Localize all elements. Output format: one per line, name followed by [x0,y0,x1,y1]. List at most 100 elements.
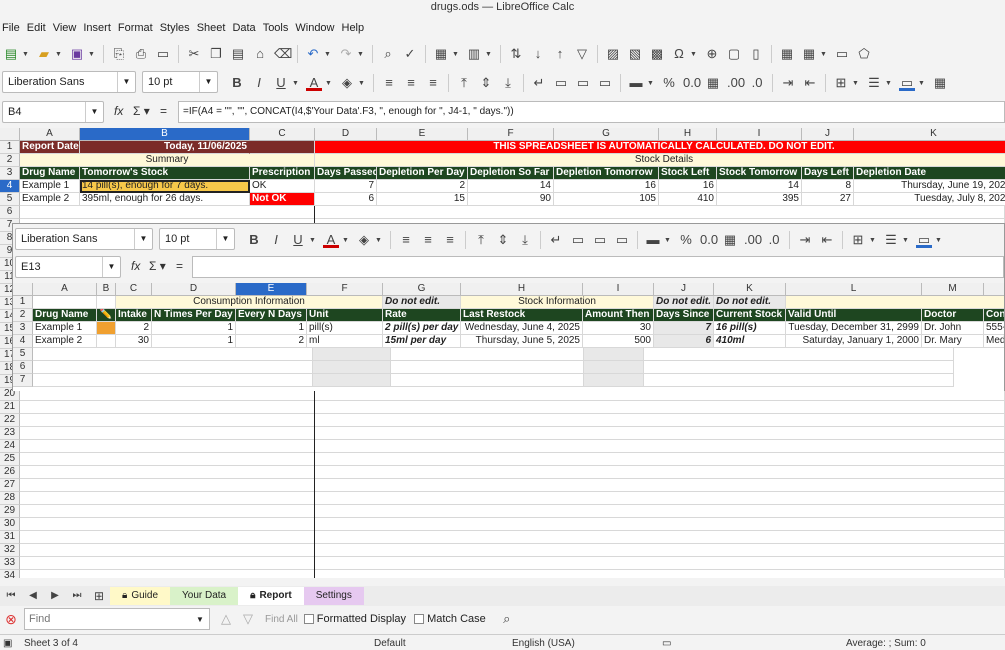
table-cell[interactable]: 555-5 [984,322,1004,335]
row-header[interactable]: 32 [0,544,20,557]
col-header-c[interactable]: C [116,283,152,296]
find-replace-icon[interactable]: ⌕ [499,611,515,627]
formatted-display-checkbox[interactable] [303,614,314,624]
unmerge-cells-icon[interactable]: ▭ [614,232,630,248]
chevron-down-icon[interactable]: ▼ [117,72,135,92]
add-sheet-icon[interactable]: ⊞ [91,588,107,604]
table-header[interactable]: Cont [984,309,1004,322]
spreadsheet-grid[interactable]: A B C D E F G H I J K 1 Report Date Toda… [0,128,1005,578]
page-style[interactable]: Default [374,638,406,649]
cell-stock-info[interactable]: Stock Information [461,296,654,309]
cell-do-not-edit[interactable]: Do not edit. [654,296,714,309]
table-cell[interactable] [391,361,584,374]
find-input[interactable] [25,613,191,625]
table-cell[interactable] [33,361,313,374]
align-bottom-icon[interactable]: ⤓ [517,232,533,248]
increase-indent-icon[interactable]: ⇥ [780,75,796,91]
menu-file[interactable]: File [0,22,25,34]
table-cell[interactable]: 395ml, enough for 26 days. [80,193,250,206]
add-decimal-icon[interactable]: .00 [727,75,745,91]
spelling-icon[interactable]: ✓ [402,46,418,62]
col-header-e[interactable]: E [236,283,307,296]
table-header[interactable]: Amount Then [583,309,654,322]
table-cell[interactable]: 27 [802,193,854,206]
export-pdf-icon[interactable]: ⎘ [111,46,127,62]
chevron-down-icon[interactable]: ▼ [216,229,234,249]
image-icon[interactable]: ▨ [605,46,621,62]
match-case-checkbox[interactable] [414,614,425,624]
row-header[interactable]: 5 [0,193,20,206]
row-header[interactable]: 4 [0,180,20,193]
col-header-j[interactable]: J [802,128,854,141]
hyperlink-icon[interactable]: ⊕ [704,46,720,62]
table-header[interactable]: Tomorrow's Stock [80,167,250,180]
table-cell[interactable] [644,348,954,361]
font-size-box[interactable]: 10 pt ▼ [142,71,218,93]
tab-settings[interactable]: Settings [303,587,364,605]
table-cell[interactable]: 2 [377,180,468,193]
table-cell[interactable]: pill(s) [307,322,383,335]
tab-report[interactable]: 🔒︎ Report [238,587,304,605]
chevron-down-icon[interactable]: ▼ [102,257,120,277]
col-header-f[interactable]: F [307,283,383,296]
table-cell[interactable]: Thursday, June 5, 2025 [461,335,583,348]
row-header[interactable]: 25 [0,453,20,466]
menu-help[interactable]: Help [340,22,370,34]
col-header-b[interactable]: B [97,283,116,296]
selection-mode-icon[interactable]: ▭ [662,638,671,649]
delete-decimal-icon[interactable]: .0 [749,75,765,91]
highlight-color-icon[interactable]: ◈ [356,232,372,248]
border-style-icon[interactable]: ☰ [883,232,899,248]
col-header-d[interactable]: D [315,128,377,141]
delete-decimal-icon[interactable]: .0 [766,232,782,248]
clone-format-icon[interactable]: ⌂ [252,46,268,62]
table-header[interactable]: N Times Per Day [152,309,236,322]
wrap-text-icon[interactable]: ↵ [548,232,564,248]
borders-icon[interactable]: ⊞ [850,232,866,248]
sum-display[interactable]: Average: ; Sum: 0 [846,638,926,649]
copy-icon[interactable]: ❐ [208,46,224,62]
row-header[interactable]: 34 [0,570,20,578]
bold-icon[interactable]: B [246,232,262,248]
table-cell[interactable]: 30 [583,322,654,335]
underline-icon[interactable]: U [273,75,289,91]
table-cell[interactable]: Example 1 [20,180,80,193]
cell-b4-active[interactable]: 14 pill(s), enough for 7 days. [80,180,250,193]
italic-icon[interactable]: I [251,75,267,91]
row-header[interactable]: 6 [0,206,20,219]
align-bottom-icon[interactable]: ⤓ [500,75,516,91]
table-cell[interactable]: 14 [717,180,802,193]
table-cell[interactable] [584,374,644,387]
last-sheet-icon[interactable]: ⏭ [69,588,85,604]
table-cell[interactable] [97,335,116,348]
table-cell[interactable]: 500 [583,335,654,348]
empty-row-cells[interactable] [20,544,1005,557]
table-cell[interactable] [313,374,391,387]
col-header-f[interactable]: F [468,128,554,141]
table-cell[interactable] [584,348,644,361]
paste-icon[interactable]: ▤ [230,46,246,62]
corner-select-all[interactable] [13,283,33,296]
row-header[interactable]: 21 [0,401,20,414]
empty-row-cells[interactable] [20,414,1005,427]
row-header[interactable]: 1 [13,296,33,309]
table-cell[interactable] [644,361,954,374]
unmerge-cells-icon[interactable]: ▭ [597,75,613,91]
menu-format[interactable]: Format [116,22,158,34]
row-header[interactable]: 26 [0,466,20,479]
col-header-i[interactable]: I [717,128,802,141]
table-cell[interactable] [584,361,644,374]
add-decimal-icon[interactable]: .00 [744,232,762,248]
row-icon[interactable]: ▦ [433,46,449,62]
define-print-area-icon[interactable]: ▦ [779,46,795,62]
borders-icon[interactable]: ⊞ [833,75,849,91]
emb-font-name-box[interactable]: Liberation Sans ▼ [15,228,153,250]
row-header[interactable]: 2 [13,309,33,322]
col-header-n[interactable] [984,283,1004,296]
chevron-down-icon[interactable]: ▼ [199,72,217,92]
align-middle-icon[interactable]: ⇕ [495,232,511,248]
split-window-icon[interactable]: ▭ [834,46,850,62]
menu-data[interactable]: Data [230,22,260,34]
percent-icon[interactable]: % [661,75,677,91]
menu-view[interactable]: View [51,22,82,34]
